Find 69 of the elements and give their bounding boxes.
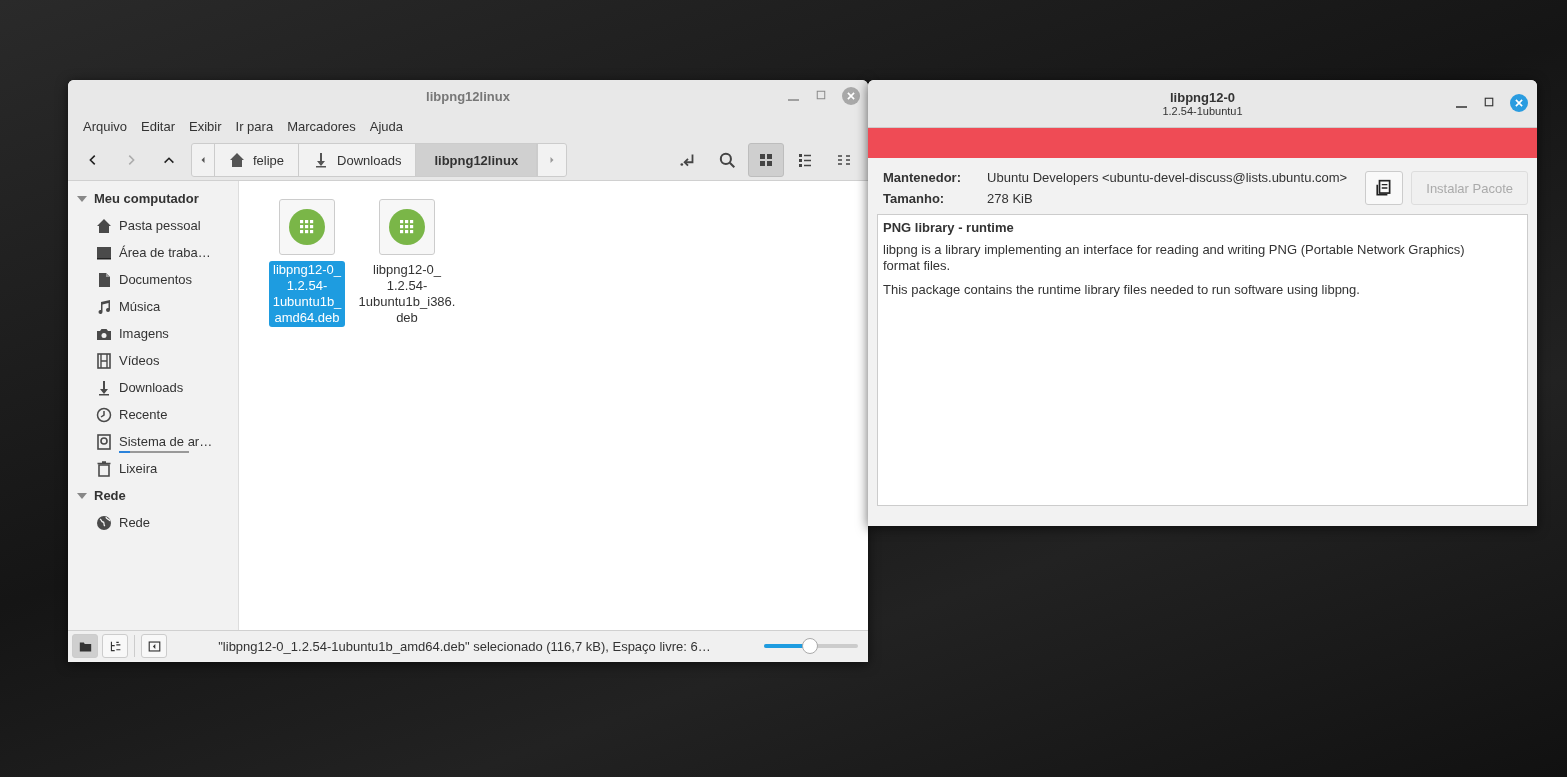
menu-item[interactable]: Ir para <box>228 118 281 134</box>
sidebar-item[interactable]: Pasta pessoal <box>68 212 238 239</box>
close-icon <box>1514 98 1524 108</box>
window-subtitle: 1.2.54-1ubuntu1 <box>1162 105 1243 117</box>
menu-item[interactable]: Marcadores <box>280 118 363 134</box>
close-button[interactable] <box>842 87 860 105</box>
film-icon <box>96 352 112 369</box>
sidebar-item[interactable]: Sistema de ar… <box>68 428 238 455</box>
drive-icon <box>96 433 112 450</box>
sidebar-item[interactable]: Área de traba… <box>68 239 238 266</box>
download-icon <box>96 379 112 396</box>
home-icon <box>96 217 112 234</box>
menu-item[interactable]: Editar <box>134 118 183 134</box>
search-icon <box>718 151 736 169</box>
sidebar-item[interactable]: Lixeira <box>68 455 238 482</box>
home-icon <box>229 152 245 168</box>
field-label: Mantenedor: <box>883 170 962 185</box>
grid-view-button[interactable] <box>748 143 784 177</box>
status-text: "libpng12-0_1.2.54-1ubuntu1b_amd64.deb" selecionado (116,7 kB), Espaço livre: 6… <box>217 638 712 654</box>
folder-view-button[interactable] <box>72 634 98 658</box>
description-paragraph: This package contains the runtime library files needed to run software using libpng. <box>883 282 1361 298</box>
field-value: 278 KiB <box>987 191 1034 206</box>
sidebar-toggle-button[interactable] <box>141 634 167 658</box>
sidebar-heading: Rede <box>94 488 126 503</box>
tree-view-button[interactable] <box>102 634 128 658</box>
minimize-icon <box>787 99 799 101</box>
sidebar-item[interactable]: Rede <box>68 509 238 536</box>
grid-icon <box>758 152 774 168</box>
breadcrumb-button[interactable]: felipe <box>215 144 300 176</box>
maximize-icon <box>1483 96 1495 108</box>
maximize-icon <box>815 89 827 101</box>
field-value: Ubuntu Developers <ubuntu-devel-discuss@lists.ubuntu.com> <box>987 170 1349 185</box>
file-name[interactable]: libpng12-0_ 1.2.54- 1ubuntu1b_i386. deb <box>354 261 460 327</box>
close-icon <box>846 91 856 101</box>
window-title: libpng12-0 <box>1170 90 1235 105</box>
slider-thumb[interactable] <box>802 638 819 654</box>
menu-item[interactable]: Ajuda <box>362 118 411 134</box>
sidebar-item[interactable]: Recente <box>68 401 238 428</box>
sidebar-item[interactable]: Imagens <box>68 320 238 347</box>
document-icon <box>96 271 112 288</box>
music-note-icon <box>96 298 112 315</box>
left-arrow-icon <box>199 154 207 166</box>
window-title: libpng12linux <box>426 88 510 104</box>
clock-icon <box>96 406 112 423</box>
package-icon[interactable] <box>279 199 335 255</box>
sidebar-item[interactable]: Documentos <box>68 266 238 293</box>
monitor-icon <box>96 244 112 261</box>
sidebar-heading: Meu computador <box>94 191 199 206</box>
minimize-icon <box>1455 106 1467 108</box>
menu-item[interactable]: Arquivo <box>76 118 135 134</box>
trash-icon <box>96 460 112 477</box>
menu-item[interactable]: Exibir <box>182 118 229 134</box>
breadcrumb-button[interactable]: libpng12linux <box>416 144 538 176</box>
list-icon <box>797 152 813 168</box>
zoom-slider[interactable] <box>764 638 858 654</box>
sidebar-item[interactable]: Downloads <box>68 374 238 401</box>
sidebar-item[interactable]: Música <box>68 293 238 320</box>
field-label: Tamanho: <box>883 191 946 206</box>
close-button[interactable] <box>1510 94 1528 112</box>
folder-icon <box>78 639 92 653</box>
description-paragraph: libpng is a library implementing an interface for reading and writing PNG (Portable Network Graphics) format files. <box>883 242 1466 274</box>
files-button[interactable] <box>1365 171 1404 205</box>
globe-icon <box>96 514 112 531</box>
tree-icon <box>108 639 122 653</box>
panel-icon <box>147 639 161 653</box>
sidebar-item[interactable]: Vídeos <box>68 347 238 374</box>
package-icon[interactable] <box>379 199 435 255</box>
description-heading: PNG library - runtime <box>883 220 1015 235</box>
compact-list-icon <box>836 152 852 168</box>
